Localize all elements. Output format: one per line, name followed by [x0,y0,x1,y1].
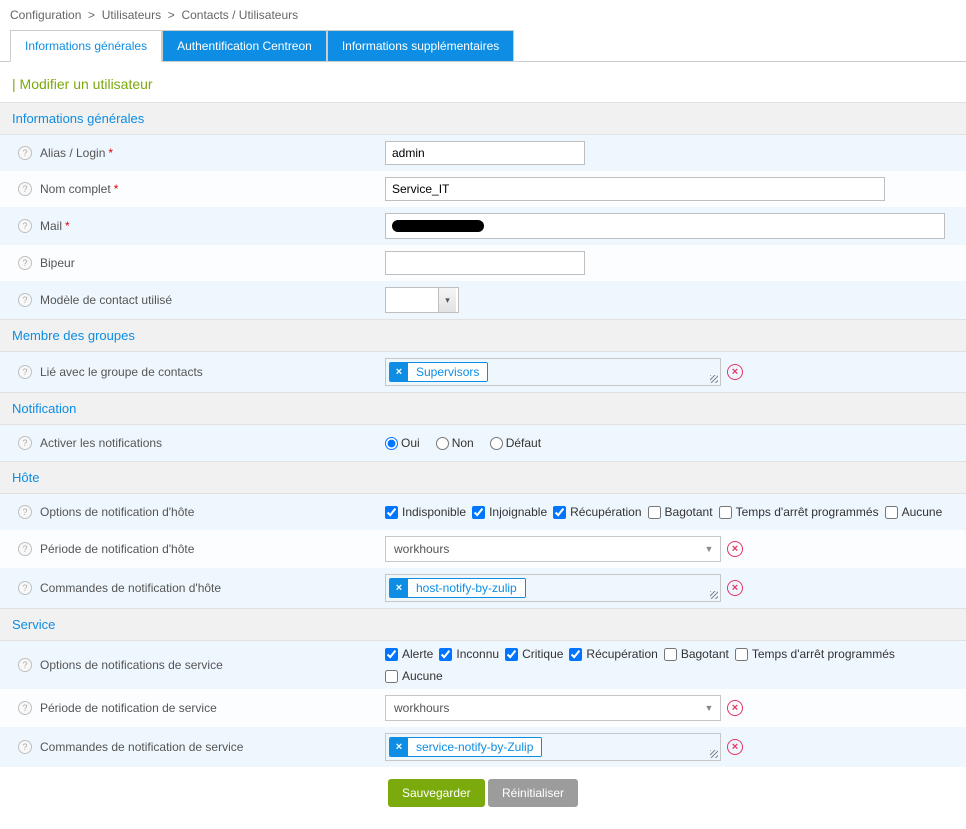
fullname-label: Nom complet [40,182,111,196]
close-icon[interactable]: × [390,363,408,381]
service-opt-checkbox-1[interactable] [439,648,452,661]
service-period-label: Période de notification de service [40,701,217,715]
resize-handle[interactable] [710,591,718,599]
host-opt-checkbox-1[interactable] [472,506,485,519]
tag-supervisors[interactable]: × Supervisors [389,362,488,382]
alias-label: Alias / Login [40,146,105,160]
service-opts: AlerteInconnuCritiqueRécupérationBagotan… [385,647,966,683]
service-opt-checkbox-3[interactable] [569,648,582,661]
section-general: Informations générales [0,102,966,135]
tag-service-cmd[interactable]: × service-notify-by-Zulip [389,737,542,757]
clear-host-period-button[interactable]: × [727,541,743,557]
clear-host-cmd-button[interactable]: × [727,580,743,596]
clear-groups-button[interactable]: × [727,364,743,380]
section-host: Hôte [0,461,966,494]
breadcrumb: Configuration > Utilisateurs > Contacts … [0,0,966,30]
service-opts-label: Options de notifications de service [40,658,223,672]
service-opt-checkbox-2[interactable] [505,648,518,661]
chevron-down-icon: ▾ [438,288,456,312]
breadcrumb-item[interactable]: Utilisateurs [102,8,161,22]
linked-groups-input[interactable]: × Supervisors [385,358,721,386]
mail-label: Mail [40,219,62,233]
clear-service-period-button[interactable]: × [727,700,743,716]
help-icon[interactable]: ? [18,293,32,307]
tag-host-cmd[interactable]: × host-notify-by-zulip [389,578,526,598]
template-select[interactable]: ▾ [385,287,459,313]
resize-handle[interactable] [710,375,718,383]
linked-groups-label: Lié avec le groupe de contacts [40,365,203,379]
help-icon[interactable]: ? [18,182,32,196]
tab-general[interactable]: Informations générales [10,30,162,62]
host-opts-label: Options de notification d'hôte [40,505,194,519]
service-opt-checkbox-6[interactable] [385,670,398,683]
host-period-label: Période de notification d'hôte [40,542,194,556]
help-icon[interactable]: ? [18,219,32,233]
service-opt-checkbox-0[interactable] [385,648,398,661]
service-opt-checkbox-5[interactable] [735,648,748,661]
breadcrumb-item[interactable]: Configuration [10,8,81,22]
close-icon[interactable]: × [390,579,408,597]
help-icon[interactable]: ? [18,365,32,379]
help-icon[interactable]: ? [18,436,32,450]
pager-label: Bipeur [40,256,75,270]
service-opt-checkbox-4[interactable] [664,648,677,661]
host-period-select[interactable]: workhours ▼ [385,536,721,562]
fullname-input[interactable] [385,177,885,201]
help-icon[interactable]: ? [18,740,32,754]
help-icon[interactable]: ? [18,505,32,519]
section-service: Service [0,608,966,641]
chevron-down-icon: ▼ [698,544,720,554]
breadcrumb-item[interactable]: Contacts / Utilisateurs [181,8,298,22]
alias-input[interactable] [385,141,585,165]
mail-input[interactable] [385,213,945,239]
chevron-down-icon: ▼ [698,703,720,713]
close-icon[interactable]: × [390,738,408,756]
tabs: Informations générales Authentification … [0,30,966,62]
tab-extra[interactable]: Informations supplémentaires [327,30,514,61]
page-title: | Modifier un utilisateur [0,62,966,102]
section-notification: Notification [0,392,966,425]
pager-input[interactable] [385,251,585,275]
save-button[interactable]: Sauvegarder [388,779,485,807]
help-icon[interactable]: ? [18,256,32,270]
reset-button[interactable]: Réinitialiser [488,779,578,807]
mail-redacted [392,220,484,232]
host-opt-checkbox-3[interactable] [648,506,661,519]
radio-non[interactable] [436,437,449,450]
radio-defaut[interactable] [490,437,503,450]
host-opt-checkbox-4[interactable] [719,506,732,519]
section-groups: Membre des groupes [0,319,966,352]
help-icon[interactable]: ? [18,701,32,715]
help-icon[interactable]: ? [18,542,32,556]
clear-service-cmd-button[interactable]: × [727,739,743,755]
service-cmd-input[interactable]: × service-notify-by-Zulip [385,733,721,761]
service-cmd-label: Commandes de notification de service [40,740,243,754]
template-label: Modèle de contact utilisé [40,293,172,307]
host-opt-checkbox-2[interactable] [553,506,566,519]
resize-handle[interactable] [710,750,718,758]
host-opt-checkbox-0[interactable] [385,506,398,519]
host-cmd-input[interactable]: × host-notify-by-zulip [385,574,721,602]
host-opt-checkbox-5[interactable] [885,506,898,519]
enable-notif-label: Activer les notifications [40,436,162,450]
service-period-select[interactable]: workhours ▼ [385,695,721,721]
tab-auth[interactable]: Authentification Centreon [162,30,327,61]
enable-notif-radio: Oui Non Défaut [385,436,966,450]
host-opts: IndisponibleInjoignableRécupérationBagot… [385,505,966,519]
help-icon[interactable]: ? [18,658,32,672]
help-icon[interactable]: ? [18,581,32,595]
radio-oui[interactable] [385,437,398,450]
host-cmd-label: Commandes de notification d'hôte [40,581,221,595]
help-icon[interactable]: ? [18,146,32,160]
